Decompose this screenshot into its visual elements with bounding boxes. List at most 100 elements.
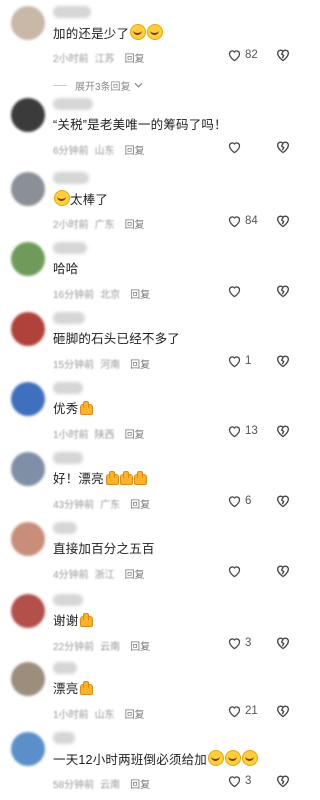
- avatar[interactable]: [11, 594, 45, 628]
- comment-body: 太棒了: [53, 190, 108, 209]
- reply-button[interactable]: 回复: [130, 290, 150, 301]
- username-blurred[interactable]: [53, 662, 77, 674]
- comment-body: 直接加百分之五百: [53, 540, 155, 558]
- dislike-button[interactable]: [275, 703, 291, 719]
- comment-body: 漂亮: [53, 680, 94, 698]
- comment-list: 加的还是少了 2小时前 江苏 回复 82 展开3条回复 “关税”是老美唯一的筹码了吗！ 6分钟…: [0, 0, 309, 800]
- dislike-button[interactable]: [275, 635, 291, 651]
- like-button[interactable]: [227, 563, 245, 579]
- avatar[interactable]: [11, 522, 45, 556]
- avatar[interactable]: [11, 452, 45, 486]
- avatar[interactable]: [11, 242, 45, 276]
- like-button[interactable]: 3: [227, 773, 251, 789]
- like-button[interactable]: [227, 283, 245, 299]
- reply-button[interactable]: 回复: [125, 430, 145, 441]
- comment-meta: 2小时前 广东 回复: [53, 216, 151, 231]
- comment-item[interactable]: 哈哈 16分钟前 北京 回复: [0, 242, 309, 302]
- heart-icon: [227, 564, 242, 578]
- dislike-button[interactable]: [275, 563, 291, 579]
- dislike-button[interactable]: [275, 213, 291, 229]
- username-blurred[interactable]: [53, 172, 89, 184]
- username-blurred[interactable]: [53, 312, 85, 324]
- grin-squint-icon: [225, 750, 242, 766]
- divider: [53, 85, 67, 86]
- avatar[interactable]: [11, 732, 45, 766]
- reply-button[interactable]: 回复: [130, 360, 150, 371]
- username-blurred[interactable]: [53, 242, 87, 254]
- comment-item[interactable]: 谢谢 22分钟前 云南 回复 3: [0, 594, 309, 654]
- like-button[interactable]: 3: [227, 635, 251, 651]
- username-blurred[interactable]: [53, 594, 83, 606]
- like-button[interactable]: 84: [227, 213, 258, 229]
- comment-body: 哈哈: [53, 260, 78, 278]
- comment-item[interactable]: 直接加百分之五百 4分钟前 浙江 回复: [0, 522, 309, 582]
- heart-icon: [227, 284, 242, 298]
- broken-heart-icon: [275, 565, 291, 582]
- username-blurred[interactable]: [53, 382, 83, 394]
- comment-time: 6分钟前: [53, 146, 89, 157]
- broken-heart-icon: [275, 215, 291, 232]
- dislike-button[interactable]: [275, 283, 291, 299]
- comment-text: 漂亮: [53, 682, 79, 696]
- reply-button[interactable]: 回复: [125, 146, 145, 157]
- comment-item[interactable]: 太棒了 2小时前 广东 回复 84: [0, 172, 309, 232]
- heart-icon: [227, 494, 242, 508]
- avatar[interactable]: [11, 382, 45, 416]
- comment-meta: 1小时前 陕西 回复: [53, 426, 151, 441]
- like-button[interactable]: 13: [227, 423, 258, 439]
- grin-squint-icon: [54, 190, 70, 206]
- comment-item[interactable]: 加的还是少了 2小时前 江苏 回复 82 展开3条回复: [0, 6, 309, 93]
- like-button[interactable]: [227, 139, 245, 155]
- comment-meta: 4分钟前 浙江 回复: [53, 566, 151, 581]
- like-count: 1: [245, 355, 252, 367]
- comment-item[interactable]: 好！漂亮 43分钟前 广东 回复 6: [0, 452, 309, 512]
- dislike-button[interactable]: [275, 493, 291, 509]
- dislike-button[interactable]: [275, 47, 291, 63]
- comment-item[interactable]: 一天12小时两班倒必须给加 58分钟前 云南 回复 3: [0, 732, 309, 792]
- reply-button[interactable]: 回复: [130, 642, 150, 653]
- avatar[interactable]: [11, 6, 45, 40]
- comment-item[interactable]: 漂亮 1小时前 山东 回复 21: [0, 662, 309, 722]
- avatar[interactable]: [11, 172, 45, 206]
- like-button[interactable]: 1: [227, 353, 251, 369]
- grin-squint-icon: [242, 750, 259, 766]
- reply-button[interactable]: 回复: [125, 220, 145, 231]
- like-button[interactable]: 82: [227, 47, 258, 63]
- comment-time: 15分钟前: [53, 360, 95, 371]
- reply-button[interactable]: 回复: [125, 710, 145, 721]
- dislike-button[interactable]: [275, 353, 291, 369]
- reply-button[interactable]: 回复: [130, 780, 150, 791]
- comment-item[interactable]: 优秀 1小时前 陕西 回复 13: [0, 382, 309, 442]
- avatar[interactable]: [11, 662, 45, 696]
- comment-time: 4分钟前: [53, 570, 89, 581]
- comment-location: 广东: [94, 220, 115, 231]
- reply-button[interactable]: 回复: [125, 54, 145, 65]
- reply-button[interactable]: 回复: [125, 570, 145, 581]
- reply-button[interactable]: 回复: [130, 500, 150, 511]
- username-blurred[interactable]: [53, 6, 91, 18]
- thumbs-up-icon: [105, 471, 119, 485]
- username-blurred[interactable]: [53, 732, 75, 744]
- dislike-button[interactable]: [275, 773, 291, 789]
- comment-meta: 2小时前 江苏 回复: [53, 50, 151, 65]
- avatar[interactable]: [11, 98, 45, 132]
- broken-heart-icon: [275, 495, 291, 512]
- comment-item[interactable]: 砸脚的石头已经不多了 15分钟前 河南 回复 1: [0, 312, 309, 372]
- username-blurred[interactable]: [53, 522, 77, 534]
- comment-time: 22分钟前: [53, 642, 95, 653]
- broken-heart-icon: [275, 49, 291, 66]
- expand-replies-button[interactable]: 展开3条回复: [53, 78, 143, 93]
- comment-text: 砸脚的石头已经不多了: [53, 332, 181, 346]
- like-button[interactable]: 6: [227, 493, 251, 509]
- username-blurred[interactable]: [53, 98, 93, 110]
- dislike-button[interactable]: [275, 423, 291, 439]
- avatar[interactable]: [11, 312, 45, 346]
- grin-squint-icon: [130, 24, 147, 40]
- comment-item[interactable]: “关税”是老美唯一的筹码了吗！ 6分钟前 山东 回复: [0, 98, 309, 158]
- like-count: 21: [245, 705, 258, 717]
- comment-location: 陕西: [94, 430, 115, 441]
- comment-text: 谢谢: [53, 614, 79, 628]
- username-blurred[interactable]: [53, 452, 83, 464]
- like-button[interactable]: 21: [227, 703, 258, 719]
- dislike-button[interactable]: [275, 139, 291, 155]
